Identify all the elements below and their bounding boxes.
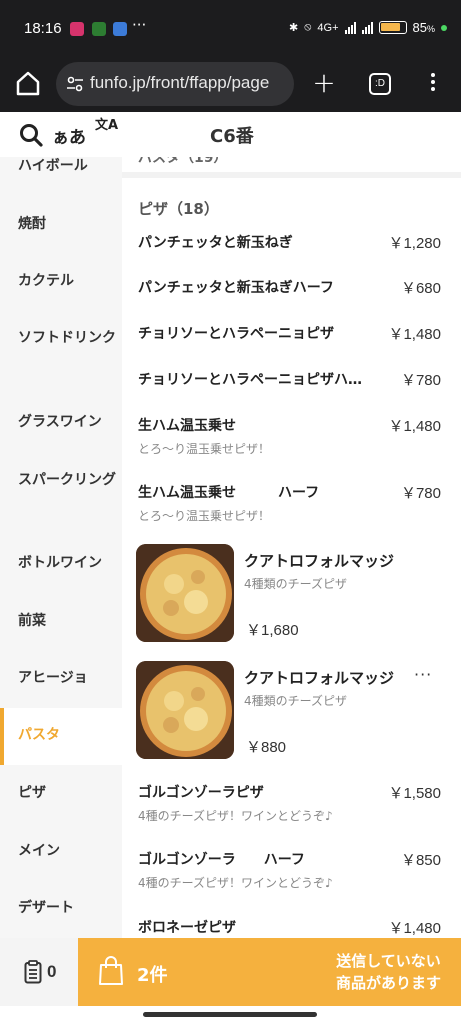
item-name: 生ハム温玉乗せ ハーフ — [138, 485, 320, 501]
item-price: ￥850 — [400, 852, 441, 869]
system-nav-bar — [0, 1006, 461, 1024]
home-icon[interactable] — [14, 68, 42, 98]
item-description: 4種類のチーズピザ — [244, 694, 348, 708]
order-history-button[interactable]: 0 — [0, 938, 78, 1006]
url-text[interactable]: funfo.jp/front/ffapp/page — [90, 73, 269, 93]
category-item-soft-drink[interactable]: ソフトドリンク — [0, 325, 122, 351]
cart-count: 2件 — [137, 965, 168, 986]
item-price: ￥1,680 — [246, 622, 299, 639]
table-name: C6番 — [210, 126, 254, 147]
item-price: ￥780 — [400, 485, 441, 502]
search-icon[interactable] — [18, 122, 44, 148]
order-count: 0 — [47, 962, 57, 981]
translate-icon[interactable]: 文A — [95, 119, 119, 133]
status-time: 18:16 — [24, 20, 62, 37]
category-item-pasta[interactable]: パスタ — [0, 708, 122, 765]
signal-icon-2 — [361, 21, 373, 34]
instagram-icon — [70, 22, 84, 36]
mute-icon: ⦸ — [304, 21, 312, 33]
address-bar[interactable]: funfo.jp/front/ffapp/page — [56, 62, 294, 106]
shopping-bag-icon — [99, 956, 123, 985]
item-price: ￥680 — [400, 280, 441, 297]
line-icon — [92, 22, 106, 36]
category-item-glass-wine[interactable]: グラスワイン — [0, 409, 122, 435]
unsent-items-message: 送信していない 商品があります — [335, 952, 441, 992]
category-item-ajillo[interactable]: アヒージョ — [0, 665, 122, 691]
item-price: ￥1,480 — [388, 920, 441, 937]
previous-section-header: パスタ（19） — [122, 157, 461, 178]
status-bar: 18:16 ··· ✱ ⦸ 4G+ 85% — [0, 0, 461, 56]
app-header: ぁあ 文A C6番 — [0, 112, 461, 157]
category-item-bottle-wine[interactable]: ボトルワイン — [0, 550, 122, 576]
battery-percent: 85% — [412, 20, 435, 35]
more-notifications-icon: ··· — [132, 16, 147, 34]
calendar-icon — [113, 22, 127, 36]
ellipsis-icon: ··· — [414, 665, 433, 684]
category-item-cocktail[interactable]: カクテル — [0, 268, 122, 294]
menu-list: パスタ（19） ピザ（18） パンチェッタと新玉ねぎ ￥1,280 パンチェッタ… — [122, 157, 461, 938]
item-price: ￥1,480 — [388, 326, 441, 343]
pizza-photo — [136, 661, 234, 759]
category-item-sparkling[interactable]: スパークリング — [0, 467, 122, 493]
item-description: とろ〜り温玉乗せピザ！ — [138, 442, 271, 456]
pizza-photo — [136, 544, 234, 642]
item-price: ￥1,280 — [388, 235, 441, 252]
category-item-shochu[interactable]: 焼酎 — [0, 211, 122, 237]
tab-switcher-button[interactable]: :D — [369, 73, 391, 95]
item-price: ￥1,580 — [388, 785, 441, 802]
browser-toolbar: funfo.jp/front/ffapp/page + :D — [0, 56, 461, 112]
item-description: 4種のチーズピザ！ワインとどうぞ♪ — [138, 809, 333, 823]
privacy-dot-icon — [441, 24, 447, 31]
home-gesture-handle[interactable] — [143, 1012, 317, 1017]
item-name: ゴルゴンゾーラ ハーフ — [138, 852, 305, 868]
category-item-pizza[interactable]: ピザ — [0, 780, 122, 806]
battery-icon — [378, 21, 407, 34]
category-item-appetizer[interactable]: 前菜 — [0, 608, 122, 634]
item-name: クアトロフォルマッジ — [244, 669, 395, 687]
site-settings-icon[interactable] — [66, 75, 84, 93]
menu-item-with-photo[interactable]: クアトロフォルマッジ 4種類のチーズピザ ￥1,680 — [122, 544, 461, 642]
item-description: 4種類のチーズピザ — [244, 577, 348, 591]
category-sidebar: ハイボール 焼酎 カクテル ソフトドリンク グラスワイン スパークリング ボトル… — [0, 157, 122, 938]
network-label: 4G+ — [317, 21, 339, 34]
item-price: ￥780 — [400, 372, 441, 389]
item-name: クアトロフォルマッジ — [244, 552, 395, 570]
item-name: 生ハム温玉乗せ — [138, 418, 236, 434]
status-icons: ✱ ⦸ 4G+ 85% — [289, 20, 447, 35]
category-item-dessert[interactable]: デザート — [0, 895, 122, 921]
new-tab-icon[interactable]: + — [310, 66, 338, 100]
category-item-highball[interactable]: ハイボール — [0, 157, 122, 179]
font-size-button[interactable]: ぁあ — [52, 123, 86, 148]
item-name: パンチェッタと新玉ねぎハーフ — [138, 280, 334, 296]
item-name: ボロネーゼピザ — [138, 920, 236, 936]
item-description: とろ〜り温玉乗せピザ！ — [138, 509, 271, 523]
item-name: チョリソーとハラペーニョピザ — [138, 326, 334, 342]
item-price: ￥1,480 — [388, 418, 441, 435]
signal-icon — [344, 21, 356, 34]
bluetooth-icon: ✱ — [289, 22, 299, 34]
item-name: パンチェッタと新玉ねぎ — [138, 235, 293, 251]
order-footer: 0 2件 送信していない 商品があります — [0, 938, 461, 1006]
browser-menu-icon[interactable] — [426, 70, 440, 98]
menu-item-with-photo[interactable]: クアトロフォルマッジ ··· 4種類のチーズピザ ￥880 — [122, 661, 461, 759]
cart-button[interactable]: 2件 送信していない 商品があります — [78, 938, 461, 1006]
item-price: ￥880 — [246, 739, 287, 756]
item-description: 4種のチーズピザ！ワインとどうぞ♪ — [138, 876, 333, 890]
item-name: ゴルゴンゾーラピザ — [138, 785, 264, 801]
section-header-pizza: ピザ（18） — [138, 200, 219, 218]
category-item-main[interactable]: メイン — [0, 838, 122, 864]
clipboard-icon — [24, 960, 42, 984]
item-name: チョリソーとハラペーニョピザハ… — [138, 372, 362, 388]
